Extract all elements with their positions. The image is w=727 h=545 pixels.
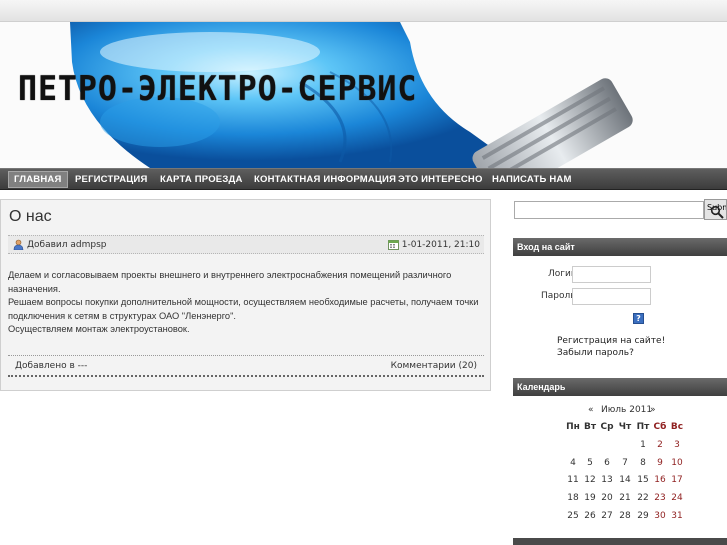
- article-paragraph: Делаем и согласовываем проекты внешнего …: [8, 270, 452, 294]
- calendar-day[interactable]: 15: [634, 475, 652, 485]
- top-strip: [0, 0, 727, 22]
- calendar-day[interactable]: 1: [634, 440, 652, 450]
- calendar-day[interactable]: 17: [668, 475, 686, 485]
- register-link[interactable]: Регистрация на сайте!: [557, 336, 665, 346]
- site-title: ПЕТРО-ЭЛЕКТРО-СЕРВИС: [18, 69, 418, 109]
- nav-item-interesting[interactable]: ЭТО ИНТЕРЕСНО: [398, 170, 483, 189]
- calendar-weekday: Вт: [583, 422, 597, 432]
- calendar-weekday: Чт: [618, 422, 632, 432]
- calendar-day[interactable]: 9: [651, 458, 669, 468]
- date-text: 1-01-2011, 21:10: [401, 239, 480, 250]
- login-box-header: Вход на сайт: [513, 238, 727, 256]
- calendar-prev[interactable]: «: [588, 405, 594, 415]
- calendar-day[interactable]: 29: [634, 511, 652, 521]
- calendar-day[interactable]: 24: [668, 493, 686, 503]
- login-submit-icon[interactable]: ?: [633, 313, 644, 324]
- magnifier-icon: [710, 205, 724, 219]
- calendar-day[interactable]: 10: [668, 458, 686, 468]
- author-text[interactable]: Добавил admpsp: [27, 240, 106, 250]
- nav-item-map[interactable]: КАРТА ПРОЕЗДА: [160, 170, 243, 189]
- calendar-day[interactable]: 4: [564, 458, 582, 468]
- calendar-day[interactable]: 5: [581, 458, 599, 468]
- article: О нас Добавил admpsp 1-01-2011, 21:10 Де…: [0, 199, 491, 391]
- nav-item-contacts[interactable]: КОНТАКТНАЯ ИНФОРМАЦИЯ: [254, 170, 396, 189]
- login-input[interactable]: [572, 266, 651, 283]
- site-header: ПЕТРО-ЭЛЕКТРО-СЕРВИС: [0, 22, 727, 168]
- password-input[interactable]: [572, 288, 651, 305]
- calendar-day[interactable]: 28: [616, 511, 634, 521]
- calendar-weekday: Ср: [600, 422, 614, 432]
- calendar-day[interactable]: 18: [564, 493, 582, 503]
- page: ПЕТРО-ЭЛЕКТРО-СЕРВИС ГЛАВНАЯ РЕГИСТРАЦИЯ…: [0, 0, 727, 545]
- nav-item-registration[interactable]: РЕГИСТРАЦИЯ: [75, 170, 147, 189]
- calendar-day[interactable]: 13: [598, 475, 616, 485]
- calendar-month: Июль 2011: [601, 405, 653, 415]
- calendar-day[interactable]: 11: [564, 475, 582, 485]
- calendar-day[interactable]: 3: [668, 440, 686, 450]
- article-title[interactable]: О нас: [9, 208, 52, 226]
- calendar-day[interactable]: 2: [651, 440, 669, 450]
- search-button[interactable]: Submit: [704, 199, 727, 220]
- article-meta: Добавил admpsp 1-01-2011, 21:10: [8, 235, 484, 254]
- calendar-day[interactable]: 21: [616, 493, 634, 503]
- added-in-text: Добавлено в ---: [15, 361, 88, 371]
- calendar-weekday: Сб: [653, 422, 667, 432]
- password-label: Пароль: [541, 291, 576, 301]
- main-nav: ГЛАВНАЯ РЕГИСТРАЦИЯ КАРТА ПРОЕЗДА КОНТАК…: [0, 168, 727, 190]
- calendar-day[interactable]: 25: [564, 511, 582, 521]
- calendar-day[interactable]: 14: [616, 475, 634, 485]
- article-paragraph: Решаем вопросы покупки дополнительной мо…: [8, 297, 479, 321]
- calendar-next[interactable]: »: [650, 405, 656, 415]
- calendar-day[interactable]: 19: [581, 493, 599, 503]
- calendar-day[interactable]: 20: [598, 493, 616, 503]
- calendar-box-header: Календарь: [513, 378, 727, 396]
- calendar-day[interactable]: 12: [581, 475, 599, 485]
- calendar-day[interactable]: 7: [616, 458, 634, 468]
- article-body: Делаем и согласовываем проекты внешнего …: [8, 269, 484, 337]
- article-author: Добавил admpsp: [13, 239, 106, 250]
- article-paragraph: Осуществляем монтаж электроустановок.: [8, 324, 190, 334]
- calendar-icon: [387, 240, 399, 250]
- calendar-day[interactable]: 8: [634, 458, 652, 468]
- calendar-day[interactable]: 16: [651, 475, 669, 485]
- calendar-weekday: Пн: [566, 422, 580, 432]
- calendar-weekday: Пт: [636, 422, 650, 432]
- calendar-day[interactable]: 6: [598, 458, 616, 468]
- user-icon: [13, 239, 24, 250]
- calendar-day[interactable]: 26: [581, 511, 599, 521]
- calendar-day[interactable]: 23: [651, 493, 669, 503]
- nav-item-home[interactable]: ГЛАВНАЯ: [8, 171, 68, 188]
- article-date: 1-01-2011, 21:10: [387, 239, 480, 250]
- calendar-day[interactable]: 31: [668, 511, 686, 521]
- calendar-day[interactable]: 30: [651, 511, 669, 521]
- nav-item-write-us[interactable]: НАПИСАТЬ НАМ: [492, 170, 572, 189]
- article-footer: Добавлено в --- Комментарии (20): [8, 355, 484, 377]
- forgot-password-link[interactable]: Забыли пароль?: [557, 348, 634, 358]
- next-box-header: [513, 538, 727, 545]
- comments-link[interactable]: Комментарии (20): [391, 361, 477, 371]
- search-input[interactable]: [514, 201, 704, 219]
- calendar-weekday: Вс: [670, 422, 684, 432]
- calendar-day[interactable]: 27: [598, 511, 616, 521]
- calendar-day[interactable]: 22: [634, 493, 652, 503]
